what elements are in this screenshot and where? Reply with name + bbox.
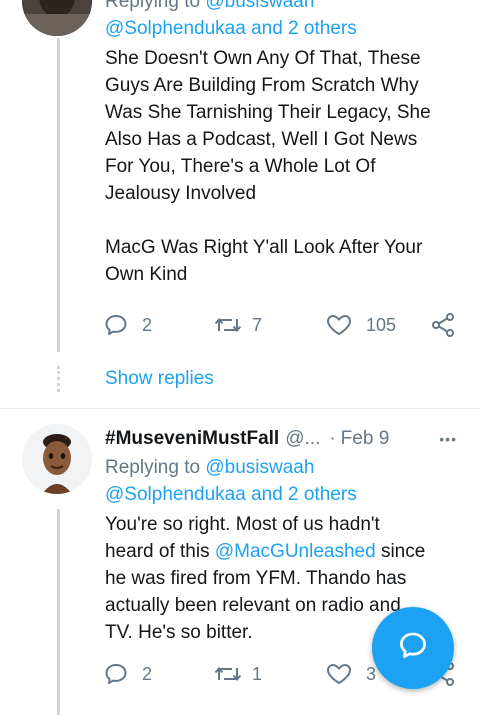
text-line: Guys Are Building From Scratch Why: [105, 75, 419, 96]
reply-button[interactable]: 2: [104, 662, 214, 686]
text-line: Also Has a Podcast, Well I Got News: [105, 129, 418, 150]
reply-count: 2: [142, 663, 153, 684]
speech-bubble-icon: [104, 662, 128, 686]
compose-reply-icon: [396, 629, 430, 668]
more-options-icon[interactable]: •••: [439, 431, 457, 447]
replying-to: Replying to @busiswaah: [105, 0, 470, 15]
separator-dot: ·: [329, 428, 336, 449]
replying-prefix: Replying to: [105, 457, 201, 478]
heart-icon: [326, 313, 352, 337]
text-line: MacG Was Right Y'all Look After Your: [105, 237, 423, 258]
share-button[interactable]: [430, 312, 456, 338]
text-line: She Doesn't Own Any Of That, These: [105, 48, 421, 69]
show-replies-link[interactable]: Show replies: [105, 368, 214, 390]
tweet-1[interactable]: Replying to @busiswaah @Solphendukaa and…: [0, 0, 480, 407]
display-name[interactable]: #MuseveniMustFall: [105, 428, 279, 450]
retweet-count: 1: [252, 663, 263, 684]
replying-others[interactable]: @Solphendukaa and 2 others: [105, 481, 470, 508]
like-count: 105: [366, 314, 397, 335]
text-line: [105, 207, 470, 234]
reply-button[interactable]: 2: [104, 313, 214, 337]
user-handle[interactable]: @...: [285, 428, 320, 450]
compose-reply-button[interactable]: [372, 607, 454, 689]
text-line: Was She Tarnishing Their Legacy, She: [105, 102, 431, 123]
mention-link[interactable]: @busiswaah: [205, 457, 314, 478]
thread-line-dotted: [57, 366, 60, 392]
replying-to: Replying to @busiswaah: [105, 454, 470, 481]
text-line: You're so right. Most of us hadn't: [105, 514, 380, 535]
text-line: For You, There's a Whole Lot Of: [105, 156, 376, 177]
tweet-date[interactable]: Feb 9: [341, 428, 390, 450]
thread-line: [57, 38, 60, 352]
thread-line: [57, 509, 60, 715]
avatar[interactable]: [22, 424, 92, 494]
retweet-button[interactable]: 7: [214, 313, 326, 337]
tweet-actions: 2 7 105: [104, 310, 464, 340]
retweet-icon: [214, 662, 242, 686]
like-count: 3: [366, 663, 377, 684]
text-line: he was fired from YFM. Thando has: [105, 568, 407, 589]
heart-icon: [326, 662, 352, 686]
text-span: since: [380, 541, 426, 562]
retweet-count: 7: [252, 314, 263, 335]
text-line: Own Kind: [105, 264, 188, 285]
like-button[interactable]: 105: [326, 313, 430, 337]
tweet-text: She Doesn't Own Any Of That, These Guys …: [105, 45, 470, 288]
reply-count: 2: [142, 314, 153, 335]
replying-prefix: Replying to: [105, 0, 201, 12]
text-line: Jealousy Involved: [105, 183, 257, 204]
speech-bubble-icon: [104, 313, 128, 337]
avatar[interactable]: [22, 0, 92, 36]
mention-link[interactable]: @busiswaah: [205, 0, 314, 12]
replying-others[interactable]: @Solphendukaa and 2 others: [105, 15, 470, 42]
mention-link[interactable]: @MacGUnleashed: [215, 541, 376, 562]
text-line: heard of this @MacGUnleashed since: [105, 538, 470, 565]
retweet-icon: [214, 313, 242, 337]
text-span: heard of this: [105, 541, 210, 562]
retweet-button[interactable]: 1: [214, 662, 326, 686]
share-icon: [430, 312, 456, 338]
